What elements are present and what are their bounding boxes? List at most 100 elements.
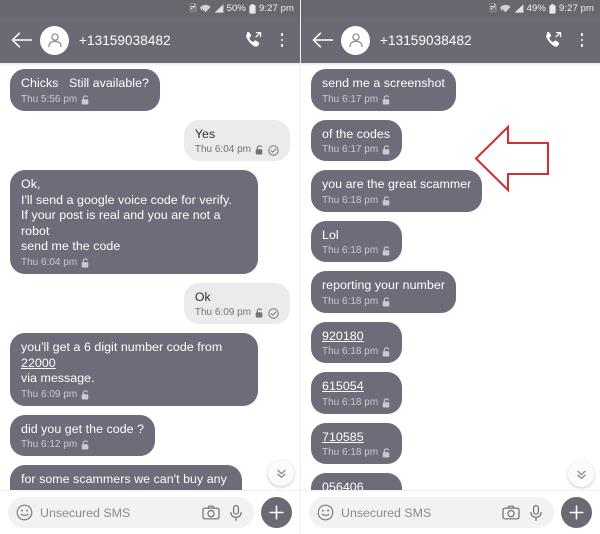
incoming-message-bubble[interactable]: you'll get a 6 digit number code from 22…: [10, 333, 258, 406]
message-meta: Thu 5:56 pm: [21, 94, 149, 106]
message-input-pill[interactable]: Unsecured SMS: [309, 497, 554, 528]
message-text: Ok, I'll send a google voice code for ve…: [21, 177, 232, 253]
shortcode-link[interactable]: 22000: [21, 356, 56, 370]
message-text: of the codes: [322, 126, 391, 141]
message-timestamp: Thu 6:18 pm: [322, 396, 379, 408]
message-meta: Thu 6:18 pm: [322, 245, 391, 257]
unsecured-lock-icon: [382, 246, 391, 256]
message-timestamp: Thu 6:18 pm: [322, 346, 379, 357]
dual-screenshot-container: 🖻 50% 9:27 pm +13159038482 Chicks Still …: [0, 0, 600, 534]
contact-avatar-icon[interactable]: [341, 25, 370, 55]
message-row: you are the great scammer Thu 6:18 pm: [311, 170, 590, 212]
status-bar: 🖻 50% 9:27 pm: [0, 0, 300, 17]
conversation-app-bar: +13159038482: [0, 17, 300, 66]
message-thread[interactable]: send me a screenshot Thu 6:17 pm of the co…: [301, 63, 600, 490]
message-row: 710585 Thu 6:18 pm: [311, 422, 590, 464]
message-text: reporting your number: [322, 278, 445, 292]
message-timestamp: Thu 6:09 pm: [194, 307, 251, 318]
incoming-message-bubble[interactable]: for some scammers we can't buy any produ…: [10, 465, 243, 490]
incoming-message-bubble[interactable]: Ok, I'll send a google voice code for ve…: [10, 170, 258, 274]
unsecured-lock-icon: [382, 195, 391, 206]
message-input-placeholder: Unsecured SMS: [40, 505, 131, 520]
unsecured-lock-icon: [382, 296, 391, 307]
incoming-message-bubble[interactable]: did you get the code ? Thu 6:12 pm: [10, 414, 156, 456]
incoming-message-bubble[interactable]: send me a screenshot Thu 6:17 pm: [311, 69, 456, 111]
message-text: 920180: [322, 328, 364, 343]
message-row: you'll get a 6 digit number code from 22…: [10, 333, 290, 406]
overflow-menu-icon[interactable]: [574, 28, 590, 52]
scroll-to-bottom-button[interactable]: [268, 460, 294, 486]
unsecured-lock-icon: [382, 397, 391, 408]
incoming-message-bubble[interactable]: 710585 Thu 6:18 pm: [311, 422, 403, 464]
message-row: Ok Thu 6:09 pm: [10, 282, 290, 324]
message-timestamp: Thu 6:18 pm: [322, 194, 379, 206]
cellular-signal-icon: [214, 4, 224, 13]
incoming-message-bubble[interactable]: reporting your number Thu 6:18 pm: [311, 271, 456, 313]
message-row: Chicks Still available? Thu 5:56 pm: [10, 69, 290, 111]
emoji-smiley-icon[interactable]: [16, 504, 33, 521]
message-text: for some scammers we can't buy any produ…: [21, 472, 227, 490]
message-row: 056406Thu 6:18 pm: [311, 473, 590, 490]
cellular-signal-icon: [514, 4, 524, 13]
message-row: Ok, I'll send a google voice code for ve…: [10, 170, 290, 274]
message-meta: Thu 6:18 pm: [322, 346, 391, 358]
app-bar-actions: [241, 28, 290, 52]
message-meta: Thu 6:17 pm: [322, 94, 445, 106]
phone-screenshot-left: 🖻 50% 9:27 pm +13159038482 Chicks Still …: [0, 0, 300, 534]
message-text: 710585: [322, 429, 364, 444]
message-timestamp: Thu 6:09 pm: [21, 388, 78, 400]
camera-icon[interactable]: [202, 504, 220, 522]
incoming-message-bubble[interactable]: 056406Thu 6:18 pm: [311, 473, 403, 490]
unsecured-lock-icon: [255, 308, 264, 318]
message-input-pill[interactable]: Unsecured SMS: [8, 497, 254, 528]
message-text: 615054: [322, 379, 364, 393]
camera-icon[interactable]: [502, 504, 520, 522]
message-timestamp: Thu 6:04 pm: [21, 256, 78, 268]
message-meta: Thu 6:18 pm: [322, 447, 391, 459]
conversation-app-bar: +13159038482: [301, 17, 600, 66]
incoming-message-bubble[interactable]: Chicks Still available? Thu 5:56 pm: [10, 69, 160, 111]
outgoing-message-bubble[interactable]: Yes Thu 6:04 pm: [183, 119, 290, 161]
delivered-check-icon: [268, 144, 279, 156]
incoming-message-bubble[interactable]: you are the great scammer Thu 6:18 pm: [311, 170, 483, 212]
unsecured-lock-icon: [81, 94, 90, 105]
battery-icon: [549, 3, 556, 14]
wifi-icon: [499, 4, 511, 13]
overflow-menu-icon[interactable]: [274, 28, 290, 52]
message-timestamp: Thu 5:56 pm: [21, 93, 78, 105]
phone-screenshot-right: 🖻 49% 9:27 pm +13159038482 send me a scr…: [300, 0, 600, 534]
unsecured-lock-icon: [81, 389, 90, 400]
call-icon[interactable]: [241, 28, 265, 52]
message-meta: Thu 6:18 pm: [322, 397, 391, 409]
message-meta: Thu 6:12 pm: [21, 439, 144, 451]
status-clock: 9:27 pm: [258, 2, 294, 14]
message-text: Ok: [194, 289, 211, 304]
message-row: send me a screenshot Thu 6:17 pm: [311, 69, 590, 111]
status-clock: 9:27 pm: [558, 2, 594, 14]
microphone-icon[interactable]: [527, 504, 545, 522]
message-row: for some scammers we can't buy any produ…: [10, 465, 290, 490]
incoming-message-bubble[interactable]: of the codes Thu 6:17 pm: [311, 119, 403, 161]
incoming-message-bubble[interactable]: 920180 Thu 6:18 pm: [311, 321, 403, 363]
battery-percent-label: 49%: [526, 2, 546, 14]
message-timestamp: Thu 6:17 pm: [322, 93, 379, 105]
peer-phone-number: +13159038482: [79, 32, 171, 48]
message-thread[interactable]: Chicks Still available? Thu 5:56 pm Yes Thu…: [0, 63, 300, 490]
emoji-smiley-icon[interactable]: [317, 504, 334, 521]
compose-bar: Unsecured SMS: [0, 490, 300, 534]
message-meta: Thu 6:09 pm: [195, 307, 279, 319]
peer-phone-number: +13159038482: [380, 32, 472, 48]
incoming-message-bubble[interactable]: 615054 Thu 6:18 pm: [311, 372, 403, 414]
message-row: reporting your number Thu 6:18 pm: [311, 271, 590, 313]
back-arrow-icon[interactable]: [8, 27, 34, 53]
plus-attach-icon[interactable]: [261, 497, 292, 528]
back-arrow-icon[interactable]: [309, 27, 335, 53]
outgoing-message-bubble[interactable]: Ok Thu 6:09 pm: [183, 282, 290, 324]
plus-attach-icon[interactable]: [561, 497, 592, 528]
call-icon[interactable]: [541, 28, 565, 52]
scroll-to-bottom-button[interactable]: [568, 461, 594, 487]
incoming-message-bubble[interactable]: Lol Thu 6:18 pm: [311, 220, 403, 262]
contact-avatar-icon[interactable]: [40, 25, 69, 55]
microphone-icon[interactable]: [227, 504, 245, 522]
message-meta: Thu 6:17 pm: [322, 144, 391, 156]
